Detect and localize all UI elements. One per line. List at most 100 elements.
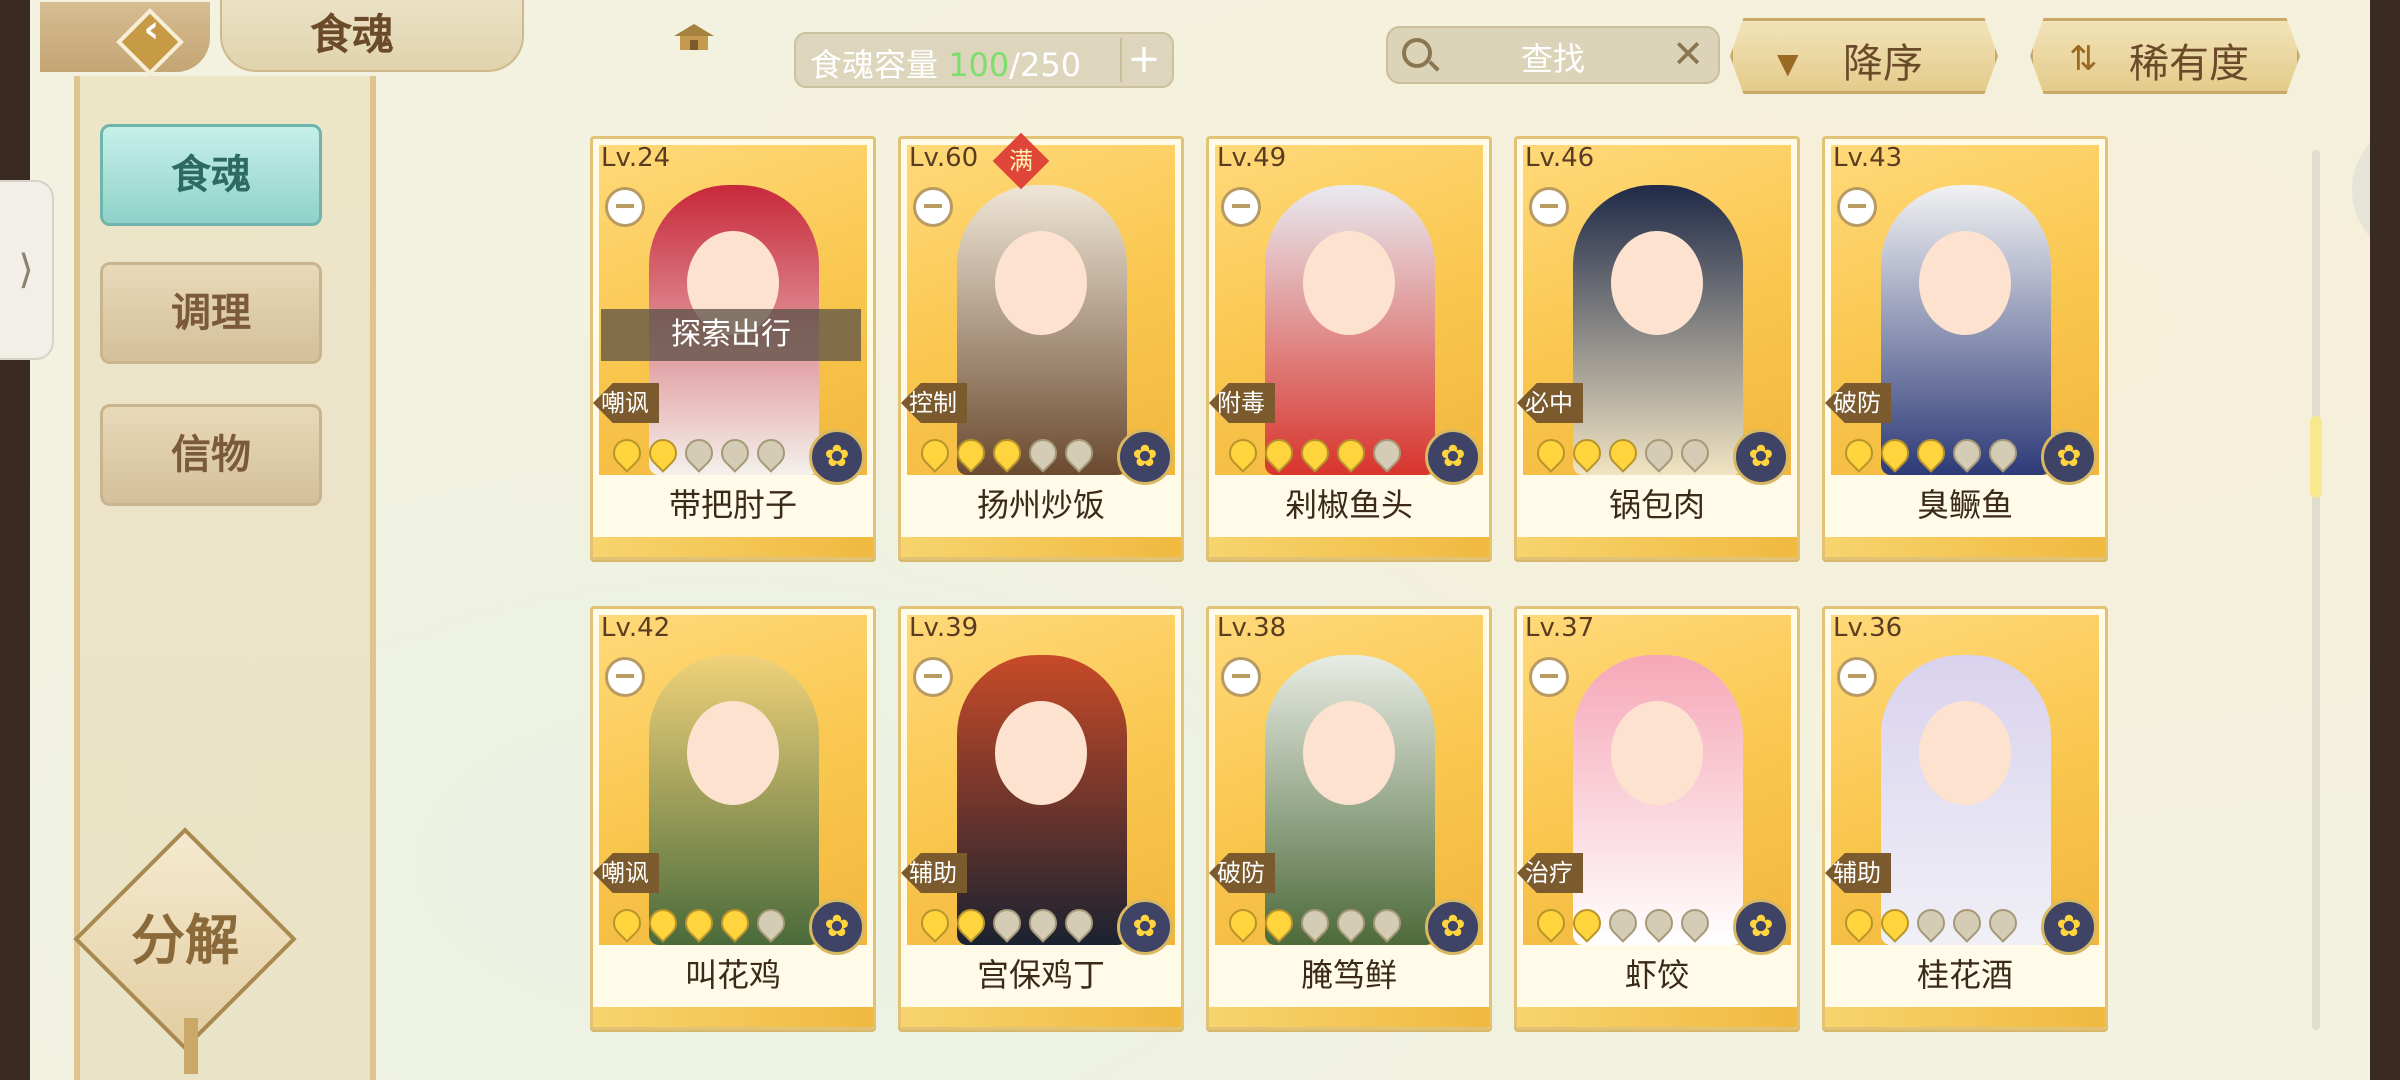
star-icon [1839,903,1879,943]
character-card[interactable]: Lv.49 附毒 ✿ 剁椒鱼头 [1206,136,1492,560]
character-face [1303,701,1395,805]
character-face [1303,231,1395,335]
status-overlay: 探索出行 [601,309,861,361]
card-footer [1209,537,1489,557]
character-card[interactable]: Lv.46 必中 ✿ 锅包肉 [1514,136,1800,560]
sidebar-item-label: 信物 [171,432,251,478]
sort-order-label: 降序 [1843,41,1923,87]
page-title-tab: 食魂 [220,0,714,72]
screen: 食魂 食魂容量 100/250 + 查找 ✕ ▼ 降序 ⇅ 稀有度 [30,0,2370,1080]
star-icon [679,903,719,943]
star-icon [643,433,683,473]
character-card[interactable]: Lv.38 破防 ✿ 腌笃鲜 [1206,606,1492,1030]
star-icon [1023,903,1063,943]
lock-icon[interactable] [605,657,645,697]
star-icon [1947,903,1987,943]
flower-emblem-icon: ✿ [2041,899,2097,955]
star-rating [607,433,793,473]
card-footer [901,537,1181,557]
flower-emblem-icon: ✿ [809,429,865,485]
character-name: 带把肘子 [668,486,797,524]
star-icon [1331,433,1371,473]
character-card[interactable]: Lv.42 嘲讽 ✿ 叫花鸡 [590,606,876,1030]
star-icon [987,903,1027,943]
character-card[interactable]: Lv.43 破防 ✿ 臭鳜鱼 [1822,136,2108,560]
sidebar-item-xinwu[interactable]: 信物 [100,404,322,506]
lock-icon[interactable] [605,187,645,227]
star-rating [915,433,1101,473]
sidebar-item-shihun[interactable]: 食魂 [100,124,322,226]
flower-emblem-icon: ✿ [1425,899,1481,955]
star-icon [1223,433,1263,473]
star-icon [715,433,755,473]
character-card[interactable]: Lv.37 治疗 ✿ 虾饺 [1514,606,1800,1030]
clear-search-icon[interactable]: ✕ [1672,32,1704,76]
lock-icon[interactable] [913,657,953,697]
star-icon [1911,903,1951,943]
star-rating [1531,903,1717,943]
character-card[interactable]: Lv.39 辅助 ✿ 宫保鸡丁 [898,606,1184,1030]
star-icon [1983,903,2023,943]
star-icon [1911,433,1951,473]
star-icon [1259,433,1299,473]
scrollbar-thumb[interactable] [2310,416,2322,498]
right-edge-tab[interactable] [2352,120,2370,260]
character-name: 腌笃鲜 [1300,956,1397,994]
lock-icon[interactable] [1221,657,1261,697]
level-label: Lv.49 [1217,143,1287,173]
star-icon [1675,433,1715,473]
character-card[interactable]: Lv.36 辅助 ✿ 桂花酒 [1822,606,2108,1030]
character-card[interactable]: Lv.24 探索出行 嘲讽 ✿ 带把肘子 [590,136,876,560]
level-label: Lv.39 [909,613,979,643]
star-rating [915,903,1101,943]
search-box[interactable]: 查找 ✕ [1386,26,1720,84]
flower-emblem-icon: ✿ [1425,429,1481,485]
star-icon [1567,433,1607,473]
back-button[interactable] [40,2,210,76]
star-icon [1567,903,1607,943]
star-icon [1295,433,1335,473]
character-face [687,701,779,805]
sort-by-button[interactable]: ⇅ 稀有度 [2030,18,2300,94]
star-icon [1639,903,1679,943]
level-label: Lv.37 [1525,613,1595,643]
star-icon [1059,433,1099,473]
flower-emblem-icon: ✿ [1117,429,1173,485]
back-arrow-icon [116,8,184,76]
flower-emblem-icon: ✿ [809,899,865,955]
flower-emblem-icon: ✿ [1117,899,1173,955]
star-icon [1259,903,1299,943]
star-icon [1875,433,1915,473]
add-capacity-button[interactable]: + [1120,38,1166,82]
lock-icon[interactable] [1837,657,1877,697]
search-input[interactable]: 查找 [1388,34,1718,80]
sidebar-item-tiaoli[interactable]: 调理 [100,262,322,364]
character-face [995,701,1087,805]
sort-order-button[interactable]: ▼ 降序 [1730,18,1998,94]
character-face [1919,231,2011,335]
top-bar: 食魂 食魂容量 100/250 + 查找 ✕ ▼ 降序 ⇅ 稀有度 [30,0,2370,94]
star-icon [751,433,791,473]
sort-by-label: 稀有度 [2129,41,2249,87]
lock-icon[interactable] [1221,187,1261,227]
star-rating [1839,903,2025,943]
max-level-badge: 满 [992,132,1050,190]
lock-icon[interactable] [1529,187,1569,227]
triangle-down-icon: ▼ [1777,47,1799,80]
character-face [1611,701,1703,805]
lock-icon[interactable] [1837,187,1877,227]
side-drawer-handle[interactable]: ⟩ [0,180,54,360]
level-label: Lv.46 [1525,143,1595,173]
star-icon [1023,433,1063,473]
lock-icon[interactable] [913,187,953,227]
house-icon[interactable] [672,22,716,54]
lock-icon[interactable] [1529,657,1569,697]
card-footer [1517,1007,1797,1027]
star-icon [1531,903,1571,943]
character-name: 臭鳜鱼 [1916,486,2013,524]
star-icon [1331,903,1371,943]
scrollbar[interactable] [2310,150,2322,1030]
character-card[interactable]: Lv.60 满控制 ✿ 扬州炒饭 [898,132,1184,560]
card-footer [1209,1007,1489,1027]
star-rating [1223,903,1409,943]
